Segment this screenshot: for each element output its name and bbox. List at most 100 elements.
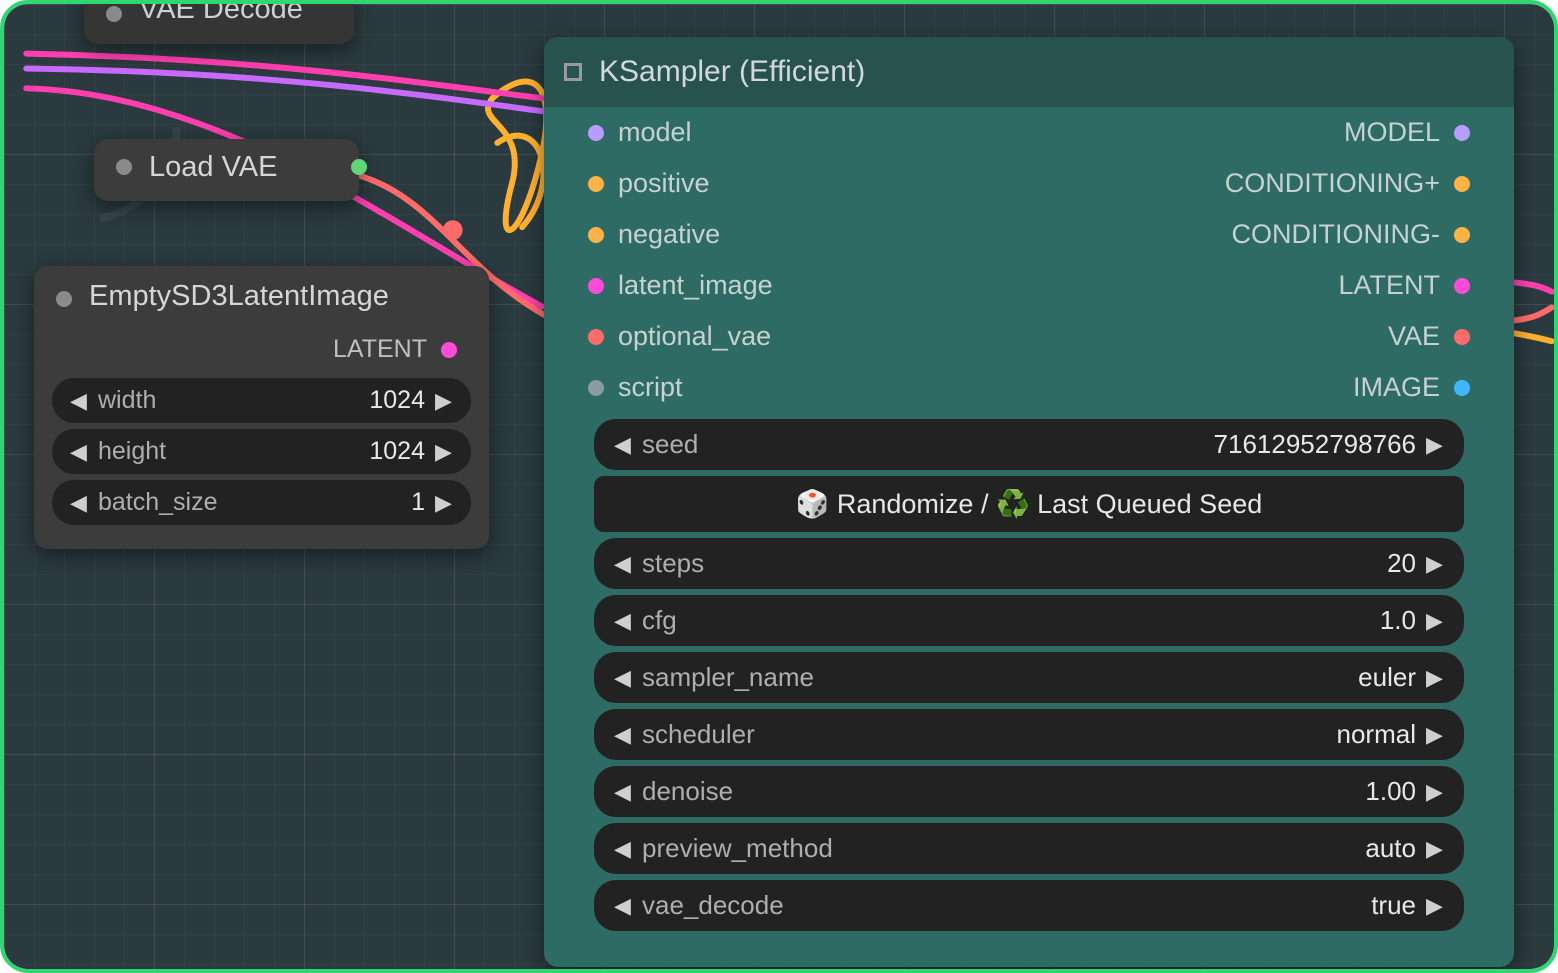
port-icon[interactable]: [1454, 329, 1470, 345]
output-port-vae[interactable]: VAE: [1029, 311, 1514, 362]
input-port-latent-image[interactable]: latent_image: [544, 260, 1029, 311]
port-icon[interactable]: [1454, 380, 1470, 396]
widget-value[interactable]: 20: [724, 548, 1416, 579]
widget-value[interactable]: 71612952798766: [718, 429, 1416, 460]
port-label: negative: [618, 219, 720, 250]
widget-label: cfg: [642, 605, 677, 636]
widget-sampler-name[interactable]: sampler_name euler: [594, 652, 1464, 703]
node-title[interactable]: KSampler (Efficient): [544, 37, 1514, 107]
port-icon[interactable]: [588, 380, 604, 396]
chevron-right-icon[interactable]: [1426, 779, 1444, 805]
widget-value[interactable]: 1024: [176, 386, 425, 415]
input-port-negative[interactable]: negative: [544, 209, 1029, 260]
widget-label: width: [98, 386, 156, 415]
chevron-left-icon[interactable]: [614, 665, 632, 691]
node-title[interactable]: Load VAE: [94, 139, 359, 194]
widget-value[interactable]: euler: [834, 662, 1416, 693]
port-icon[interactable]: [1454, 125, 1470, 141]
widget-label: denoise: [642, 776, 733, 807]
port-icon[interactable]: [588, 329, 604, 345]
chevron-right-icon[interactable]: [435, 490, 453, 516]
widget-label: preview_method: [642, 833, 833, 864]
widget-label: vae_decode: [642, 890, 784, 921]
input-port-script[interactable]: script: [544, 362, 1029, 413]
port-label: MODEL: [1344, 117, 1440, 148]
widget-preview-method[interactable]: preview_method auto: [594, 823, 1464, 874]
widget-value[interactable]: 1: [238, 488, 425, 517]
output-port-conditioning-neg[interactable]: CONDITIONING-: [1029, 209, 1514, 260]
widget-vae-decode[interactable]: vae_decode true: [594, 880, 1464, 931]
widget-label: steps: [642, 548, 704, 579]
node-ksampler-efficient[interactable]: KSampler (Efficient) model positive nega…: [544, 37, 1514, 967]
port-icon[interactable]: [441, 342, 457, 358]
port-label: positive: [618, 168, 710, 199]
chevron-right-icon[interactable]: [1426, 836, 1444, 862]
chevron-right-icon[interactable]: [1426, 551, 1444, 577]
widget-scheduler[interactable]: scheduler normal: [594, 709, 1464, 760]
chevron-right-icon[interactable]: [1426, 665, 1444, 691]
input-port-model[interactable]: model: [544, 107, 1029, 158]
widget-value[interactable]: normal: [775, 719, 1416, 750]
chevron-right-icon[interactable]: [435, 439, 453, 465]
port-icon[interactable]: [1454, 278, 1470, 294]
chevron-left-icon[interactable]: [614, 779, 632, 805]
collapse-dot-icon[interactable]: [56, 291, 72, 307]
chevron-left-icon[interactable]: [614, 608, 632, 634]
collapse-box-icon[interactable]: [564, 63, 582, 81]
chevron-left-icon[interactable]: [70, 490, 88, 516]
port-icon[interactable]: [588, 176, 604, 192]
port-icon[interactable]: [588, 278, 604, 294]
port-icon[interactable]: [1454, 227, 1470, 243]
node-load-vae[interactable]: Load VAE: [94, 139, 359, 201]
node-title[interactable]: EmptySD3LatentImage: [34, 266, 489, 331]
node-title[interactable]: VAE Decode: [84, 0, 354, 38]
widget-seed[interactable]: seed 71612952798766: [594, 419, 1464, 470]
chevron-right-icon[interactable]: [1426, 608, 1444, 634]
chevron-right-icon[interactable]: [1426, 722, 1444, 748]
widget-value[interactable]: 1.0: [697, 605, 1416, 636]
widget-label: sampler_name: [642, 662, 814, 693]
widget-batch-size[interactable]: batch_size 1: [52, 480, 471, 525]
chevron-left-icon[interactable]: [614, 722, 632, 748]
port-label: LATENT: [1338, 270, 1440, 301]
widget-label: scheduler: [642, 719, 755, 750]
output-port-conditioning-pos[interactable]: CONDITIONING+: [1029, 158, 1514, 209]
chevron-left-icon[interactable]: [614, 432, 632, 458]
output-port-image[interactable]: IMAGE: [1029, 362, 1514, 413]
widget-denoise[interactable]: denoise 1.00: [594, 766, 1464, 817]
widget-height[interactable]: height 1024: [52, 429, 471, 474]
port-label: latent_image: [618, 270, 773, 301]
chevron-right-icon[interactable]: [1426, 893, 1444, 919]
widget-value[interactable]: 1024: [186, 437, 425, 466]
button-label: 🎲 Randomize / ♻️ Last Queued Seed: [796, 489, 1263, 519]
port-icon[interactable]: [1454, 176, 1470, 192]
randomize-seed-button[interactable]: 🎲 Randomize / ♻️ Last Queued Seed: [594, 476, 1464, 532]
chevron-right-icon[interactable]: [1426, 432, 1444, 458]
chevron-left-icon[interactable]: [614, 893, 632, 919]
widget-cfg[interactable]: cfg 1.0: [594, 595, 1464, 646]
port-icon[interactable]: [588, 125, 604, 141]
widget-value[interactable]: 1.00: [753, 776, 1416, 807]
widget-value[interactable]: true: [804, 890, 1416, 921]
output-port-icon[interactable]: [351, 159, 367, 175]
chevron-right-icon[interactable]: [435, 388, 453, 414]
node-title-label: EmptySD3LatentImage: [89, 280, 389, 312]
node-vae-decode[interactable]: VAE Decode: [84, 0, 354, 44]
output-port-model[interactable]: MODEL: [1029, 107, 1514, 158]
port-label: CONDITIONING+: [1225, 168, 1440, 199]
port-icon[interactable]: [588, 227, 604, 243]
chevron-left-icon[interactable]: [70, 388, 88, 414]
input-port-optional-vae[interactable]: optional_vae: [544, 311, 1029, 362]
output-port-latent[interactable]: LATENT: [34, 331, 489, 368]
collapse-dot-icon[interactable]: [116, 159, 132, 175]
output-port-latent[interactable]: LATENT: [1029, 260, 1514, 311]
collapse-dot-icon[interactable]: [106, 6, 122, 22]
widget-value[interactable]: auto: [853, 833, 1416, 864]
chevron-left-icon[interactable]: [70, 439, 88, 465]
widget-width[interactable]: width 1024: [52, 378, 471, 423]
chevron-left-icon[interactable]: [614, 836, 632, 862]
chevron-left-icon[interactable]: [614, 551, 632, 577]
input-port-positive[interactable]: positive: [544, 158, 1029, 209]
widget-steps[interactable]: steps 20: [594, 538, 1464, 589]
node-empty-sd3-latent-image[interactable]: EmptySD3LatentImage LATENT width 1024 he…: [34, 266, 489, 549]
